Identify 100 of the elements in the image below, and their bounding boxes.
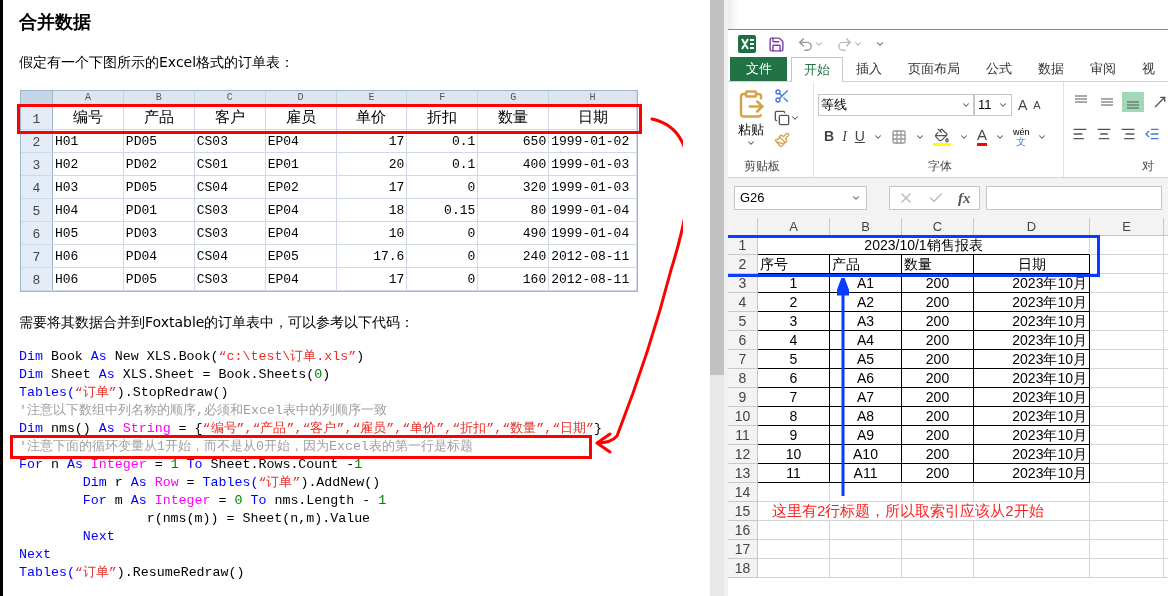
caret-icon[interactable] (851, 193, 861, 203)
paste-button[interactable]: 粘贴 (738, 122, 764, 138)
table-cell: 17 (336, 176, 408, 198)
row-number: 2 (728, 255, 758, 274)
row-number: 8 (728, 369, 758, 388)
column-title: 序号 (760, 254, 788, 274)
ribbon-tab[interactable]: 插入 (843, 57, 895, 81)
table-cell (758, 540, 830, 559)
column-header: A (758, 218, 830, 236)
formula-field[interactable] (985, 186, 1162, 210)
font-name-field[interactable]: 等线 (818, 94, 974, 116)
italic-button[interactable]: I (842, 126, 847, 147)
format-painter-icon[interactable] (774, 132, 790, 148)
table-cell-text: 200 (925, 387, 950, 407)
table-cell-text: 2023年10月 (1012, 273, 1087, 293)
table-cell (758, 483, 830, 502)
table-cell-text: 200 (925, 330, 950, 350)
caret-icon[interactable] (961, 100, 971, 110)
caret-icon[interactable] (746, 138, 756, 148)
ribbon-tab[interactable]: 开始 (791, 57, 843, 82)
table-cell: 0 (407, 245, 479, 267)
table-cell: H06 (52, 268, 124, 290)
column-header: D (265, 91, 337, 104)
table-cell: 0.1 (407, 130, 479, 152)
table-cell-text: A2 (856, 292, 875, 312)
orientation-icon[interactable] (1152, 94, 1168, 110)
sheet-title: 2023/10/1销售报表 (864, 235, 983, 255)
row-number: 18 (728, 559, 758, 578)
table-cell: CS03 (194, 268, 266, 290)
table-cell: 0 (407, 176, 479, 198)
table-cell (830, 540, 902, 559)
font-size-field[interactable]: 11 (974, 94, 1012, 116)
phonetic-button[interactable]: wén 文 (1012, 126, 1030, 147)
ribbon-tab[interactable]: 视 (1129, 57, 1168, 81)
table-cell-text: 2023年10月 (1012, 444, 1087, 464)
code-line: For m As Integer = 0 To nms.Length - 1 (81, 492, 387, 510)
undo-icon[interactable] (797, 35, 814, 53)
table-cell-text: 2023年10月 (1012, 292, 1087, 312)
table-cell: H01 (52, 130, 124, 152)
ribbon-tab[interactable]: 审阅 (1077, 57, 1129, 81)
caret-icon[interactable] (790, 113, 800, 123)
border-icon[interactable] (890, 128, 907, 145)
table-cell-text: 8 (789, 406, 798, 426)
table-cell: 490 (478, 222, 550, 244)
table-cell-text: 200 (925, 349, 950, 369)
table-cell: 2012-08-11 (549, 268, 638, 290)
underline-button[interactable]: U (854, 126, 865, 147)
table-cell: 17 (336, 130, 408, 152)
table-cell: 400 (478, 153, 550, 175)
table-cell (902, 483, 974, 502)
scrollbar-thumb[interactable] (710, 0, 724, 375)
column-title: 客户 (194, 105, 266, 129)
column-header: H (549, 91, 638, 104)
table-cell: 0 (407, 268, 479, 290)
ribbon-tab[interactable]: 文件 (730, 57, 787, 81)
lead-text: 需要将其数据合并到Foxtable的订单表中，可以参考以下代码： (19, 313, 415, 332)
column-title: 日期 (549, 105, 638, 129)
row-number: 2 (21, 130, 53, 152)
table-cell: 240 (478, 245, 550, 267)
decrease-indent-icon[interactable] (1144, 126, 1160, 142)
save-icon[interactable] (768, 35, 785, 53)
caret-icon[interactable] (875, 39, 885, 49)
row-number: 3 (21, 153, 53, 175)
font-color-button[interactable]: A (976, 127, 987, 146)
copy-icon[interactable] (774, 110, 790, 126)
row-number: 6 (21, 222, 53, 244)
shrink-font-button[interactable]: A (1033, 96, 1041, 114)
table-cell: PD02 (123, 153, 195, 175)
cut-icon[interactable] (774, 88, 790, 104)
ribbon-tab[interactable]: 数据 (1025, 57, 1077, 81)
insert-function-button[interactable]: fx (958, 186, 971, 210)
row-number: 7 (728, 350, 758, 369)
code-line: Next (19, 546, 51, 564)
row-number: 6 (728, 331, 758, 350)
table-cell: EP04 (265, 130, 337, 152)
ribbon-tab[interactable]: 页面布局 (895, 57, 973, 81)
code-line: Tables(“订单”).StopRedraw() (19, 384, 229, 402)
name-box[interactable]: G26 (734, 186, 867, 210)
fill-color-icon[interactable] (932, 127, 951, 146)
row-number: 16 (728, 521, 758, 540)
table-cell: EP04 (265, 199, 337, 221)
grow-font-button[interactable]: A (1018, 94, 1028, 116)
table-cell-text: 2023年10月 (1012, 330, 1087, 350)
caret-icon[interactable] (998, 100, 1008, 110)
column-header: E (1090, 218, 1164, 236)
row-number: 8 (21, 268, 53, 290)
group-label: 对 (1142, 158, 1154, 175)
align-left-icon[interactable] (1072, 126, 1088, 142)
table-cell-text: A6 (856, 368, 875, 388)
table-cell: 0 (407, 222, 479, 244)
table-cell: H06 (52, 245, 124, 267)
align-center-icon[interactable] (1096, 126, 1112, 142)
code-line: Next (81, 528, 115, 546)
bold-button[interactable]: B (824, 126, 835, 147)
align-right-icon[interactable] (1120, 126, 1136, 142)
table-cell-text: 200 (925, 292, 950, 312)
ribbon-tab[interactable]: 公式 (973, 57, 1025, 81)
table-cell-text: A9 (856, 425, 875, 445)
column-header: F (407, 91, 479, 104)
table-cell: 20 (336, 153, 408, 175)
